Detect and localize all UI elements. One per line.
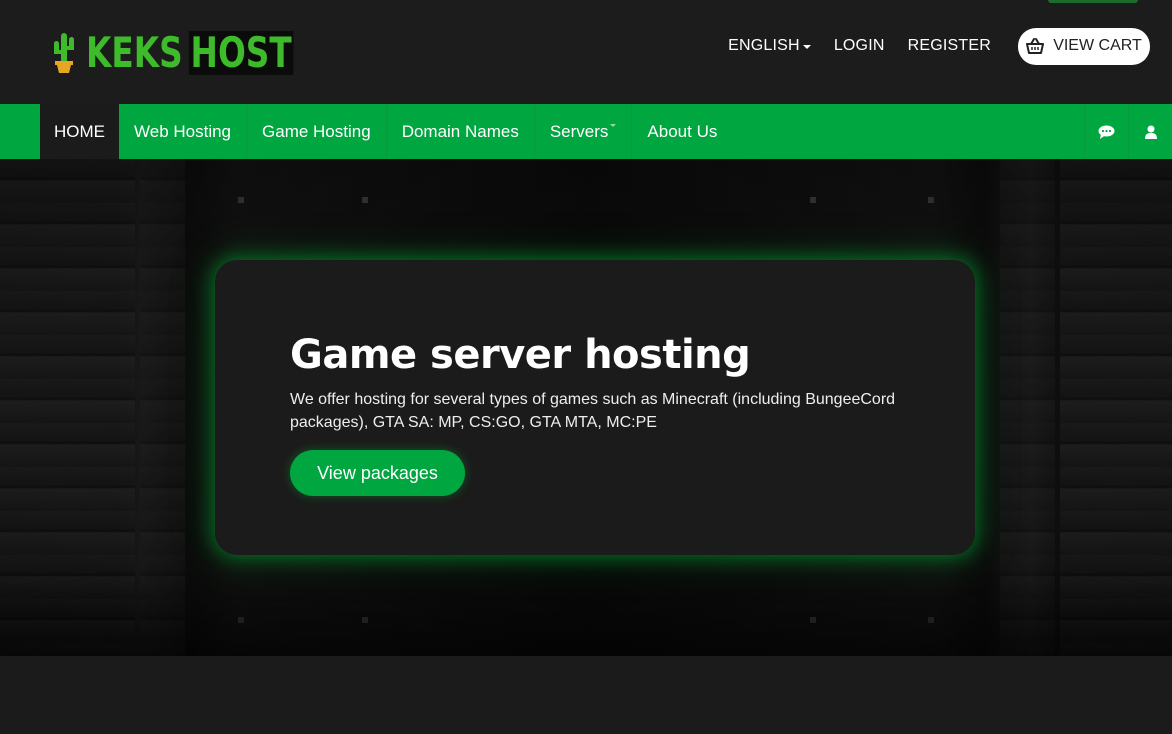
logo-text: KEKS HOST	[86, 28, 294, 77]
logo-word-keks: KEKS	[86, 28, 183, 77]
cactus-icon	[50, 31, 78, 75]
top-header: KEKS HOST ENGLISH LOGIN REGISTER VIEW CA…	[0, 0, 1172, 104]
hero-floor-shade	[0, 566, 1172, 656]
chat-icon[interactable]	[1084, 104, 1128, 159]
view-cart-label: VIEW CART	[1053, 37, 1142, 54]
language-selector[interactable]: ENGLISH	[728, 37, 811, 55]
logo-word-host: HOST	[188, 28, 294, 77]
hero-description: We offer hosting for several types of ga…	[290, 391, 896, 431]
top-links: ENGLISH LOGIN REGISTER VIEW CART	[728, 27, 1172, 65]
hero-section: Game server hosting We offer hosting for…	[0, 159, 1172, 656]
nav-icons	[1084, 104, 1172, 159]
login-link[interactable]: LOGIN	[834, 37, 885, 55]
nav-item-home[interactable]: HOME	[40, 104, 119, 159]
hero-title: Game server hosting	[290, 332, 751, 378]
caret-down-icon	[802, 45, 811, 49]
register-link[interactable]: REGISTER	[908, 37, 991, 55]
user-icon[interactable]	[1128, 104, 1172, 159]
hero-card: Game server hosting We offer hosting for…	[215, 260, 975, 555]
nav-item-servers[interactable]: Servers	[535, 104, 633, 159]
basket-icon	[1026, 38, 1045, 54]
nav-item-domain-names[interactable]: Domain Names	[387, 104, 535, 159]
caret-down-icon	[610, 124, 617, 127]
top-accent-bar	[1048, 0, 1138, 3]
language-label: ENGLISH	[728, 37, 800, 54]
nav-item-web-hosting[interactable]: Web Hosting	[119, 104, 248, 159]
view-cart-button[interactable]: VIEW CART	[1018, 27, 1150, 65]
main-navbar: HOME Web Hosting Game Hosting Domain Nam…	[0, 104, 1172, 159]
nav-item-game-hosting[interactable]: Game Hosting	[247, 104, 387, 159]
site-logo[interactable]: KEKS HOST	[50, 31, 352, 75]
nav-item-servers-label: Servers	[549, 121, 609, 141]
nav-item-about-us[interactable]: About Us	[632, 104, 732, 159]
view-packages-button[interactable]: View packages	[290, 450, 465, 496]
nav-items: HOME Web Hosting Game Hosting Domain Nam…	[40, 104, 732, 159]
